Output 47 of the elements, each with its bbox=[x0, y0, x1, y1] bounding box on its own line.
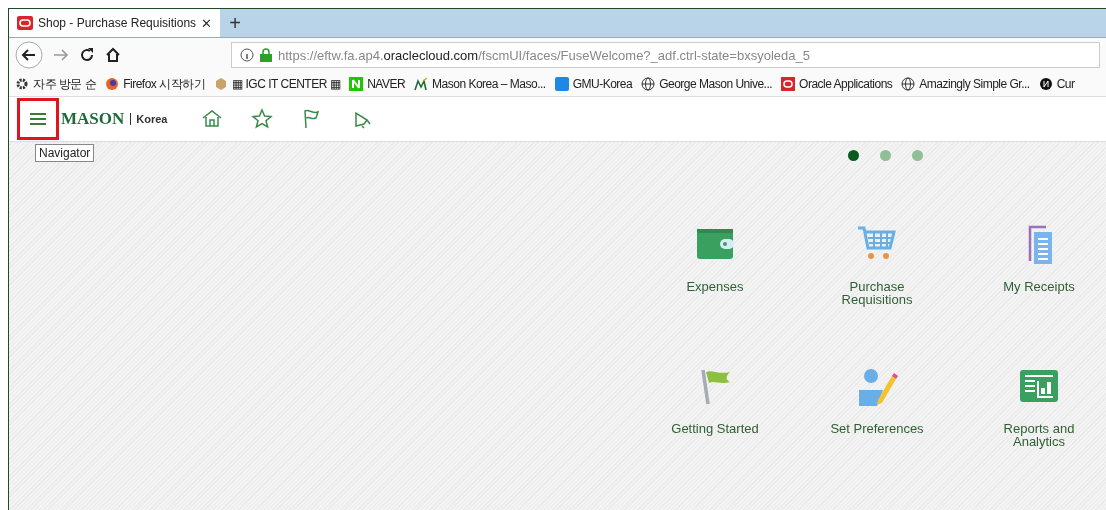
page-dot[interactable] bbox=[880, 150, 891, 161]
page-dot[interactable] bbox=[912, 150, 923, 161]
back-icon bbox=[15, 41, 43, 69]
bookmark[interactable]: George Mason Unive... bbox=[641, 77, 773, 91]
app-tile[interactable]: Purchase Requisitions bbox=[796, 224, 958, 366]
reload-icon[interactable] bbox=[79, 47, 95, 63]
oracle-icon bbox=[17, 16, 33, 30]
navigator-button[interactable] bbox=[17, 98, 59, 140]
gear-icon bbox=[15, 77, 29, 91]
bookmark[interactable]: ▦ IGC IT CENTER ▦ bbox=[214, 77, 341, 91]
bookmark[interactable]: Firefox 시작하기 bbox=[105, 75, 206, 93]
letter-m-icon bbox=[414, 77, 429, 91]
close-tab-button[interactable]: ✕ bbox=[201, 15, 213, 31]
logo: MASON Korea bbox=[61, 109, 168, 129]
star-icon[interactable] bbox=[251, 108, 274, 130]
app-tile[interactable]: My Receipts bbox=[958, 224, 1106, 366]
bookmark[interactable]: Mason Korea – Maso... bbox=[414, 77, 546, 91]
bookmark[interactable]: GMU-Korea bbox=[554, 77, 633, 91]
page-dot[interactable] bbox=[848, 150, 859, 161]
menu-icon bbox=[29, 112, 47, 126]
app-tile[interactable]: Reports and Analytics bbox=[958, 366, 1106, 508]
bookmark[interactable]: Cur bbox=[1038, 77, 1075, 91]
globe-icon bbox=[901, 77, 916, 91]
square-logo-icon bbox=[554, 77, 569, 91]
circle-logo-icon bbox=[1038, 77, 1053, 91]
fox-globe-icon bbox=[105, 77, 120, 91]
app-tile[interactable]: Set Preferences bbox=[796, 366, 958, 508]
bookmark[interactable]: NAVER bbox=[349, 77, 406, 91]
lock-icon bbox=[260, 48, 272, 62]
url-text: https://eftw.fa.ap4.oraclecloud.com/fscmUI/faces/FuseWelcome?_adf.ctrl-state=bxsyoleda_5 bbox=[278, 47, 810, 63]
bookmark[interactable]: 자주 방문 순 bbox=[15, 75, 97, 93]
info-icon bbox=[240, 48, 254, 62]
bookmark[interactable]: Amazingly Simple Gr... bbox=[901, 77, 1030, 91]
letter-n-icon bbox=[349, 77, 364, 91]
app-tile[interactable]: Getting Started bbox=[634, 366, 796, 508]
forward-icon[interactable] bbox=[53, 48, 69, 62]
globe-icon bbox=[641, 77, 656, 91]
app-tile[interactable]: Expenses bbox=[634, 224, 796, 366]
browser-tab[interactable]: Shop - Purchase Requisitions ✕ bbox=[9, 9, 221, 37]
address-bar[interactable]: https://eftw.fa.ap4.oraclecloud.com/fscmUI/faces/FuseWelcome?_adf.ctrl-state=bxsyoleda_5 bbox=[231, 42, 1100, 68]
bookmark[interactable]: Oracle Applications bbox=[781, 77, 893, 91]
new-tab-button[interactable]: + bbox=[220, 9, 251, 37]
home-icon[interactable] bbox=[105, 47, 121, 63]
person-pencil-icon bbox=[856, 366, 898, 408]
oracle-icon bbox=[781, 77, 796, 91]
back-button[interactable] bbox=[15, 41, 43, 69]
tooltip: Navigator bbox=[35, 144, 95, 162]
